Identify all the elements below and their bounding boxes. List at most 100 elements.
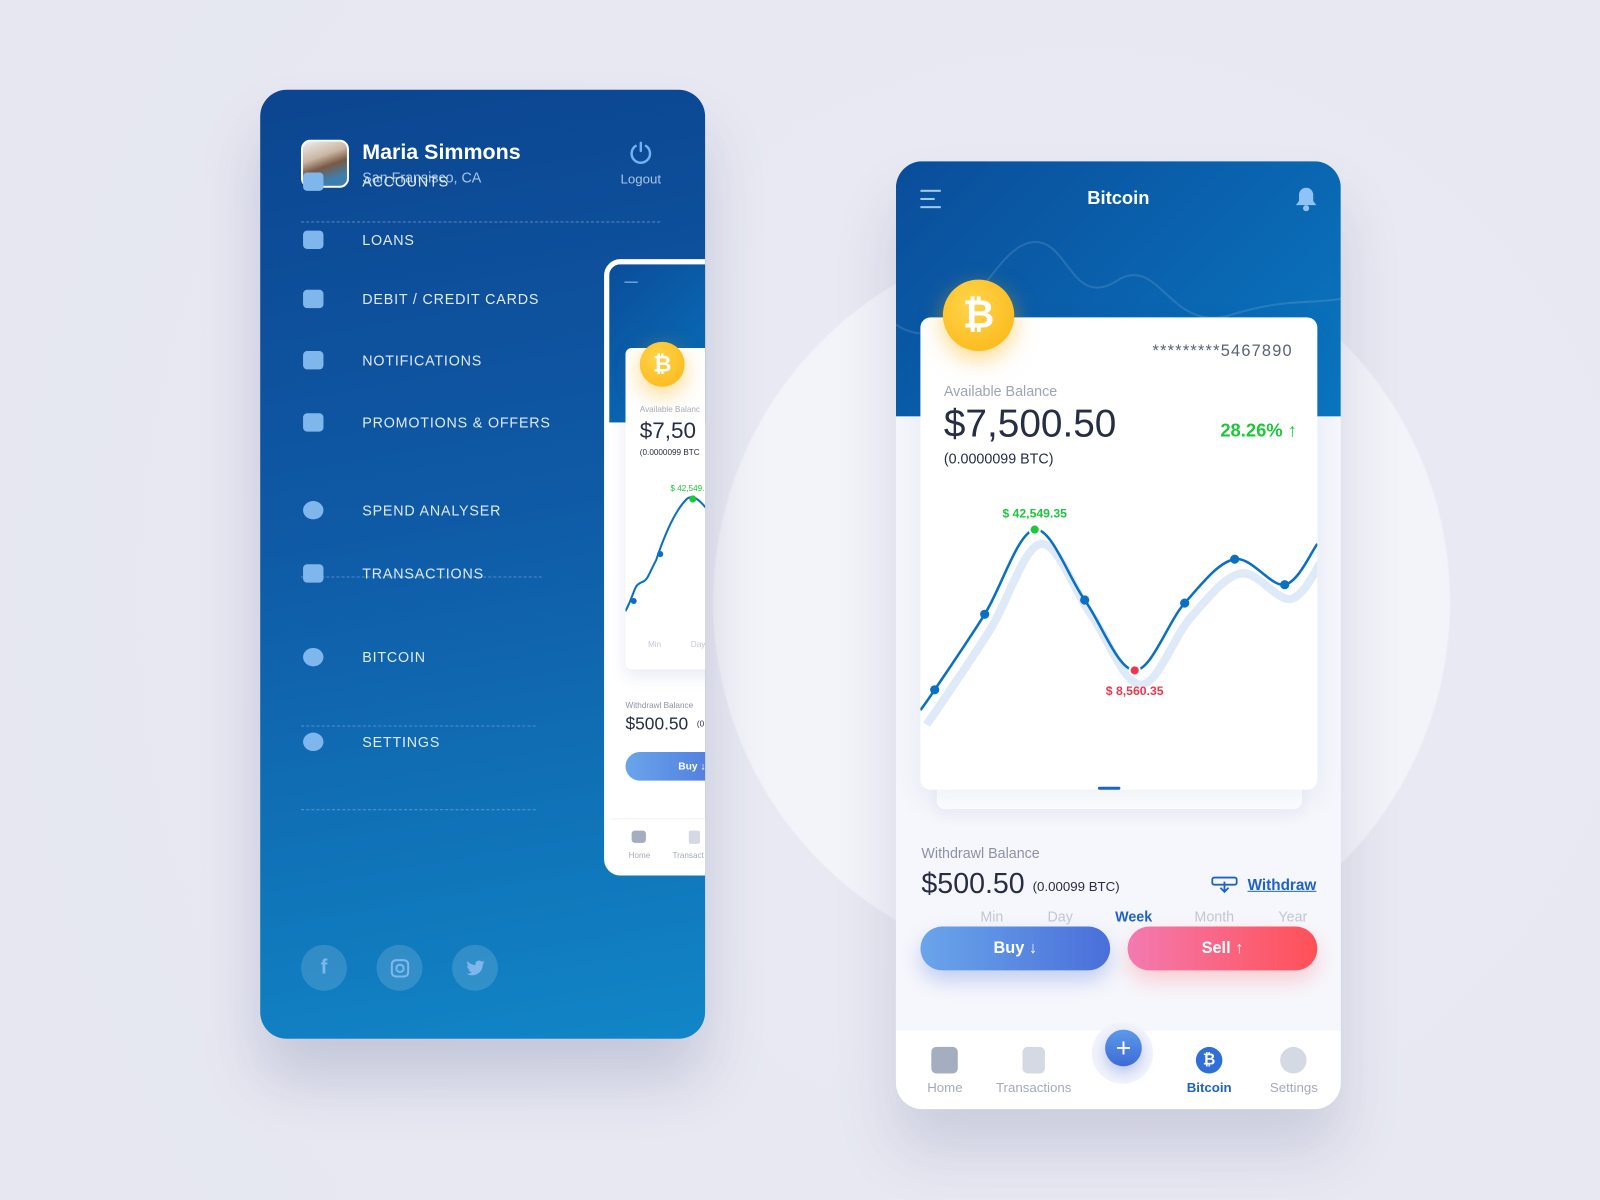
side-menu-panel: Maria Simmons San Fransisco, CA Logout A… bbox=[260, 89, 706, 1039]
data-point[interactable] bbox=[1230, 554, 1240, 564]
available-balance-label: Available Balance bbox=[943, 382, 1058, 399]
plus-icon: + bbox=[1115, 1032, 1132, 1063]
power-icon bbox=[630, 141, 652, 164]
gear-icon bbox=[301, 730, 325, 754]
menu-item-promotions-offers[interactable]: PROMOTIONS & OFFERS bbox=[301, 407, 551, 438]
menu-item-label: SPEND ANALYSER bbox=[362, 502, 502, 519]
data-point[interactable] bbox=[1280, 580, 1290, 590]
menu-item-label: DEBIT / CREDIT CARDS bbox=[362, 290, 540, 308]
divider bbox=[301, 809, 536, 811]
mini-available-label: Available Balanc bbox=[639, 405, 701, 415]
sell-button[interactable]: Sell ↑ bbox=[1127, 926, 1318, 971]
withdraw-balance-label: Withdrawl Balance bbox=[921, 844, 1040, 862]
bitcoin-icon: ₿ bbox=[1195, 1046, 1223, 1074]
high-label: $ 42,549.35 bbox=[1002, 506, 1067, 520]
menu-item-notifications[interactable]: NOTIFICATIONS bbox=[301, 345, 482, 376]
document-icon bbox=[301, 561, 325, 585]
bell-icon[interactable] bbox=[1294, 186, 1318, 213]
stage: Maria Simmons San Fransisco, CA Logout A… bbox=[0, 0, 1600, 1200]
nav-bitcoin[interactable]: ₿ Bitcoin bbox=[1187, 1046, 1232, 1095]
cash-icon bbox=[301, 228, 325, 252]
data-point[interactable] bbox=[1080, 595, 1090, 605]
user-name: Maria Simmons bbox=[362, 140, 521, 165]
nav-settings[interactable]: Settings bbox=[1270, 1046, 1318, 1095]
tag-icon bbox=[301, 410, 325, 434]
menu-item-label: LOANS bbox=[362, 231, 415, 248]
twitter-button[interactable] bbox=[452, 944, 498, 991]
buy-button[interactable]: Buy ↓ bbox=[920, 926, 1111, 971]
facebook-button[interactable]: f bbox=[301, 944, 347, 991]
menu-item-label: NOTIFICATIONS bbox=[362, 352, 483, 369]
menu-item-loans[interactable]: LOANS bbox=[301, 224, 415, 255]
price-chart: $ 42,549.35 $ 8,560.35 bbox=[920, 506, 1318, 727]
withdraw-balance-value: $500.50 bbox=[921, 867, 1025, 899]
menu-item-label: PROMOTIONS & OFFERS bbox=[362, 414, 551, 431]
active-tab-indicator bbox=[1097, 786, 1121, 790]
data-point[interactable] bbox=[1180, 598, 1190, 608]
mini-tab-day[interactable]: Day bbox=[691, 640, 705, 649]
mini-withdraw-value: $500.50 bbox=[625, 714, 689, 734]
menu-item-label: ACCOUNTS bbox=[362, 173, 449, 190]
nav-transactions[interactable]: Transactions bbox=[996, 1046, 1071, 1095]
screen-title: Bitcoin bbox=[1087, 187, 1150, 209]
mini-document-icon bbox=[688, 830, 700, 844]
data-point[interactable] bbox=[980, 609, 990, 619]
tab-day[interactable]: Day bbox=[1047, 908, 1072, 924]
facebook-icon: f bbox=[320, 956, 328, 979]
mini-withdraw-label: Withdrawl Balance bbox=[625, 701, 694, 711]
bitcoin-app-screen: Bitcoin *********5467890 Available Balan… bbox=[895, 161, 1341, 1110]
bitcoin-coin-icon: ₿ bbox=[942, 279, 1015, 352]
mini-nav-home[interactable]: Home bbox=[629, 851, 651, 860]
menu-item-spend-analyser[interactable]: SPEND ANALYSER bbox=[301, 495, 501, 526]
mini-tab-min[interactable]: Min bbox=[648, 640, 661, 649]
menu-item-label: SETTINGS bbox=[362, 733, 441, 750]
divider bbox=[301, 221, 661, 223]
withdraw-btc: (0.00099 BTC) bbox=[1032, 878, 1120, 894]
logout-label: Logout bbox=[620, 171, 662, 187]
mini-nav-transactions[interactable]: Transact bbox=[672, 851, 703, 860]
tab-year[interactable]: Year bbox=[1278, 908, 1307, 924]
balance-card: *********5467890 Available Balance $7,50… bbox=[920, 317, 1318, 924]
mini-chart bbox=[625, 495, 706, 612]
card-icon bbox=[301, 287, 325, 311]
low-label: $ 8,560.35 bbox=[1106, 684, 1164, 698]
low-point[interactable] bbox=[1128, 664, 1141, 677]
bitcoin-coin-icon: ₿ bbox=[639, 341, 685, 387]
instagram-icon bbox=[390, 958, 409, 978]
menu-item-transactions[interactable]: TRANSACTIONS bbox=[301, 558, 484, 589]
nav-home[interactable]: Home bbox=[927, 1046, 963, 1095]
add-button[interactable]: + bbox=[1105, 1029, 1142, 1067]
menu-item-label: BITCOIN bbox=[362, 648, 426, 666]
gear-icon bbox=[1280, 1046, 1308, 1074]
mini-buy-button[interactable]: Buy ↓ bbox=[625, 752, 706, 781]
tab-min[interactable]: Min bbox=[980, 908, 1003, 924]
tab-month[interactable]: Month bbox=[1194, 908, 1234, 924]
high-point[interactable] bbox=[1028, 523, 1041, 536]
mini-home-icon bbox=[631, 830, 646, 843]
mini-phone-preview: ₿ Available Balanc $7,50 (0.0000099 BTC … bbox=[604, 259, 706, 876]
withdraw-icon bbox=[1210, 876, 1238, 894]
menu-item-accounts[interactable]: ACCOUNTS bbox=[301, 166, 449, 197]
menu-item-debit-credit-cards[interactable]: DEBIT / CREDIT CARDS bbox=[301, 284, 539, 315]
menu-item-bitcoin[interactable]: BITCOIN bbox=[301, 642, 426, 673]
twitter-icon bbox=[465, 960, 485, 975]
logout-button[interactable]: Logout bbox=[607, 141, 674, 187]
tab-week[interactable]: Week bbox=[1115, 908, 1152, 924]
data-point[interactable] bbox=[930, 685, 940, 695]
percent-change: 28.26% ↑ bbox=[1220, 420, 1297, 441]
document-icon bbox=[1022, 1046, 1045, 1074]
store-icon bbox=[931, 1046, 959, 1074]
pie-chart-icon bbox=[301, 498, 325, 522]
mini-btc: (0.0000099 BTC bbox=[639, 447, 700, 458]
mini-withdraw-btc: (0 bbox=[696, 719, 705, 729]
withdraw-link[interactable]: Withdraw bbox=[1210, 876, 1317, 894]
mini-balance: $7,50 bbox=[639, 417, 696, 443]
available-balance-value: $7,500.50 bbox=[943, 403, 1117, 446]
bank-icon bbox=[301, 169, 325, 193]
menu-item-settings[interactable]: SETTINGS bbox=[301, 727, 440, 758]
bell-icon bbox=[301, 348, 325, 372]
bitcoin-icon bbox=[301, 645, 325, 669]
account-number: *********5467890 bbox=[1152, 342, 1293, 361]
instagram-button[interactable] bbox=[376, 944, 423, 991]
withdraw-link-label: Withdraw bbox=[1247, 876, 1317, 894]
